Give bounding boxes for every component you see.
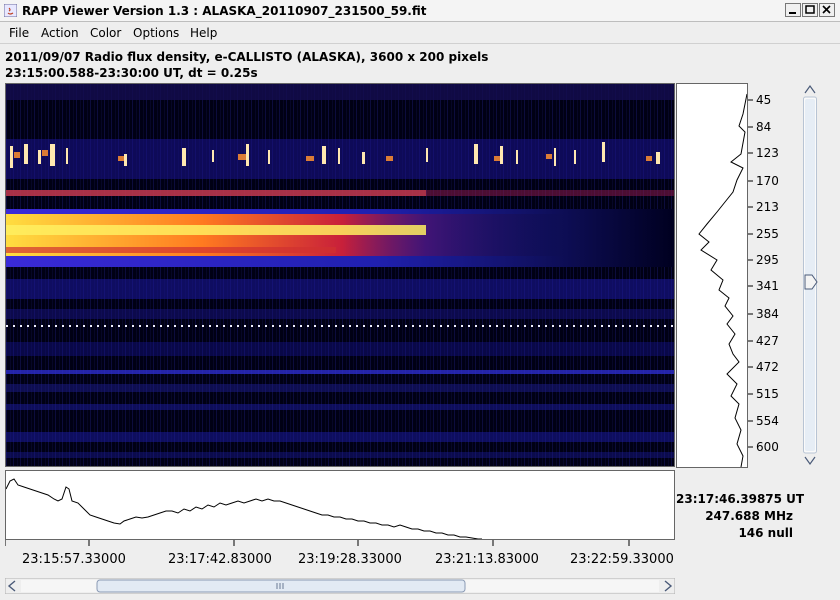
- file-info-line: 2011/09/07 Radio flux density, e-CALLIST…: [5, 50, 489, 64]
- menu-options[interactable]: Options: [133, 26, 179, 40]
- menu-help[interactable]: Help: [190, 26, 217, 40]
- vertical-scrollbar[interactable]: [802, 83, 818, 467]
- title-bar: RAPP Viewer Version 1.3 : ALASKA_2011090…: [0, 0, 840, 22]
- maximize-icon: [805, 5, 815, 14]
- scroll-left-arrow-icon[interactable]: [5, 578, 21, 594]
- freq-label: 515: [756, 387, 779, 401]
- frequency-profile-plot: [698, 93, 748, 468]
- vertical-scroll-thumb[interactable]: [802, 273, 818, 291]
- time-label: 23:17:42.83000: [168, 552, 272, 567]
- freq-label: 123: [756, 146, 779, 160]
- light-curve-plot: [5, 478, 482, 540]
- cursor-time-readout: 23:17:46.39875 UT: [676, 492, 805, 506]
- horizontal-scroll-thumb[interactable]: [96, 578, 466, 594]
- time-range-line: 23:15:00.588-23:30:00 UT, dt = 0.25s: [5, 66, 258, 80]
- scroll-down-arrow-icon[interactable]: [802, 454, 818, 467]
- frequency-profile-panel: [676, 83, 748, 468]
- freq-label: 45: [756, 93, 772, 107]
- frequency-axis-ticks: [748, 99, 753, 448]
- time-axis-ticks: [5, 540, 630, 546]
- spectrogram-canvas[interactable]: [5, 83, 675, 467]
- window-title: RAPP Viewer Version 1.3 : ALASKA_2011090…: [22, 4, 427, 18]
- freq-label: 427: [756, 334, 779, 348]
- spectrogram-image: [6, 84, 674, 466]
- freq-label: 600: [756, 440, 779, 454]
- scroll-up-arrow-icon[interactable]: [802, 83, 818, 96]
- scroll-right-arrow-icon[interactable]: [659, 578, 675, 594]
- horizontal-scrollbar[interactable]: [4, 577, 676, 595]
- time-axis: 23:15:57.33000 23:17:42.83000 23:19:28.3…: [5, 540, 675, 578]
- menu-action[interactable]: Action: [41, 26, 79, 40]
- freq-label: 341: [756, 279, 779, 293]
- cursor-frequency-readout: 247.688 MHz: [705, 509, 793, 523]
- menu-bar: File Action Color Options Help: [0, 22, 840, 44]
- cursor-value-readout: 146 null: [738, 526, 793, 540]
- time-label: 23:21:13.83000: [435, 552, 539, 567]
- freq-label: 295: [756, 253, 779, 267]
- time-label: 23:19:28.33000: [298, 552, 402, 567]
- maximize-button[interactable]: [802, 3, 818, 17]
- time-label: 23:15:57.33000: [22, 552, 126, 567]
- freq-label: 384: [756, 307, 779, 321]
- menu-color[interactable]: Color: [90, 26, 121, 40]
- time-label: 23:22:59.33000: [570, 552, 674, 567]
- minimize-button[interactable]: [785, 3, 801, 17]
- light-curve-panel: [5, 470, 675, 540]
- freq-label: 255: [756, 227, 779, 241]
- minimize-icon: [789, 12, 796, 14]
- java-app-icon: [4, 4, 17, 17]
- close-icon: [822, 5, 831, 14]
- menu-file[interactable]: File: [9, 26, 29, 40]
- freq-label: 84: [756, 120, 772, 134]
- close-button[interactable]: [819, 3, 835, 17]
- freq-label: 170: [756, 174, 779, 188]
- freq-label: 472: [756, 360, 779, 374]
- freq-label: 213: [756, 200, 779, 214]
- freq-label: 554: [756, 414, 779, 428]
- frequency-axis: 45 84 123 170 213 255 295 341 384 427 47…: [748, 83, 798, 468]
